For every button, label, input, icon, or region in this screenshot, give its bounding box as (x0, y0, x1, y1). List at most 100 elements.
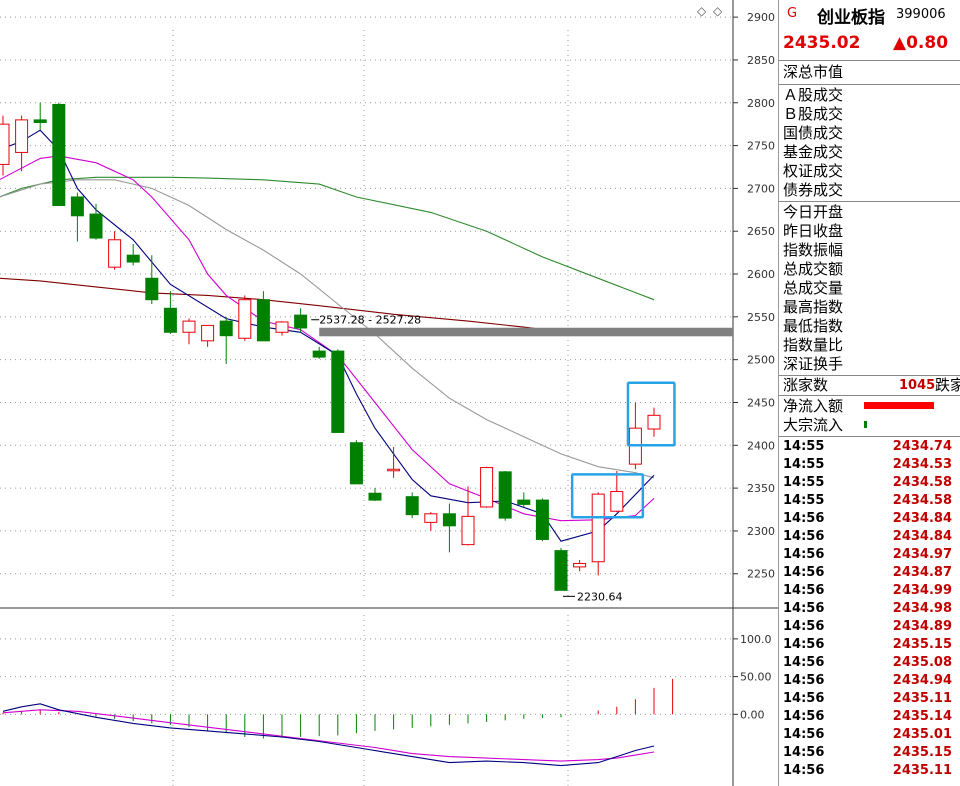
flow-row: 净流入额 (779, 397, 960, 416)
candle-body (647, 414, 661, 430)
candle-body (591, 493, 605, 563)
flow-section: 净流入额 大宗流入 (779, 395, 960, 437)
y-tick-label: 2900 (747, 11, 775, 24)
tick-row[interactable]: 14:56 2435.15 (779, 744, 960, 762)
tick-row[interactable]: 14:56 2434.97 (779, 546, 960, 564)
tick-time: 14:56 (783, 619, 825, 634)
candle-body (331, 350, 345, 433)
tick-row[interactable]: 14:56 2435.01 (779, 726, 960, 744)
panel-row: 总成交量 (783, 279, 844, 297)
market-value-section: 深总市值 (779, 61, 960, 85)
tick-value: 2435.11 (892, 691, 952, 706)
tick-row[interactable]: 14:56 2435.11 (779, 690, 960, 708)
chart-grid (0, 0, 778, 786)
tick-time: 14:56 (783, 565, 825, 580)
tick-value: 2435.15 (892, 745, 952, 760)
y-tick-label: 2750 (747, 140, 775, 153)
tick-time: 14:56 (783, 691, 825, 706)
tick-row[interactable]: 14:56 2434.87 (779, 564, 960, 582)
tick-row[interactable]: 14:56 2434.98 (779, 600, 960, 618)
panel-row: 总成交额 (783, 260, 844, 278)
tick-row[interactable]: 14:56 2435.08 (779, 654, 960, 672)
price-line: 2435.02 ▲0.80 (779, 30, 960, 61)
y-tick-label: 2700 (747, 182, 775, 195)
tick-row[interactable]: 14:56 2434.94 (779, 672, 960, 690)
y-tick-label: 2450 (747, 396, 775, 409)
tick-row[interactable]: 14:56 2435.15 (779, 636, 960, 654)
candle-body (182, 320, 196, 333)
ma10-line (0, 155, 655, 522)
tick-value: 2434.53 (892, 457, 952, 472)
panel-row: Ｂ股成交 (783, 105, 844, 123)
flow-label: 净流入额 (783, 397, 844, 415)
tick-time: 14:56 (783, 709, 825, 724)
tick-row[interactable]: 14:55 2434.74 (779, 438, 960, 456)
tick-row[interactable]: 14:56 2434.99 (779, 582, 960, 600)
candle-body (256, 299, 270, 342)
flow-bar (864, 421, 867, 428)
tick-row[interactable]: 14:56 2434.84 (779, 510, 960, 528)
tick-row[interactable]: 14:56 2434.89 (779, 618, 960, 636)
tick-value: 2435.15 (892, 637, 952, 652)
tick-time: 14:56 (783, 673, 825, 688)
tick-time: 14:56 (783, 727, 825, 742)
index-code: 399006 (896, 7, 946, 22)
y-tick-label: 2850 (747, 54, 775, 67)
y-tick-label: 2500 (747, 354, 775, 367)
tick-value: 2434.58 (892, 493, 952, 508)
tick-time: 14:56 (783, 529, 825, 544)
index-name: 创业板指 (817, 8, 885, 28)
candle-body (535, 499, 549, 540)
tick-time: 14:55 (783, 475, 825, 490)
stats-section: 今日开盘 昨日收盘 指数振幅 总成交额 总成交量 最高指数 最低指数 指数量比 深证换手 (779, 202, 960, 376)
macd-tick-label: 100.0 (740, 633, 772, 646)
macd-panel: 100.0 50.00 0.00 (0, 633, 772, 767)
candle-body (498, 471, 512, 519)
tick-time: 14:56 (783, 601, 825, 616)
tick-list[interactable]: 14:55 2434.74 14:55 2434.53 14:55 2434.58 14:5… (779, 437, 960, 780)
tick-time: 14:56 (783, 763, 825, 778)
kline-chart[interactable]: 2537.28 - 2527.28 2230.64 2900 2850 2800 27… (0, 0, 778, 786)
panel-row: 最低指数 (783, 317, 844, 335)
candle-body (517, 499, 531, 505)
y-tick-label: 2300 (747, 525, 775, 538)
flow-bar (864, 402, 935, 409)
candle-body (312, 350, 326, 358)
tick-value: 2434.97 (892, 547, 952, 562)
highlight-boxes (570, 381, 676, 519)
panel-row: 深证换手 (783, 355, 844, 373)
tick-row[interactable]: 14:55 2434.53 (779, 456, 960, 474)
candle-body (405, 496, 419, 516)
tick-value: 2434.84 (892, 529, 952, 544)
tick-value: 2434.98 (892, 601, 952, 616)
macd-tick-label: 50.00 (740, 671, 772, 684)
candle-body (33, 119, 47, 123)
y-tick-label: 2350 (747, 482, 775, 495)
expand-icon[interactable]: ◇ (713, 4, 723, 18)
tick-time: 14:55 (783, 493, 825, 508)
candle-body (424, 513, 438, 523)
group-flag: G (787, 6, 798, 21)
candle-body (349, 442, 363, 485)
panel-row: 今日开盘 (783, 203, 844, 221)
candle-body (461, 515, 475, 546)
candle-body (70, 196, 84, 217)
price-axis: 2900 2850 2800 2750 2700 2650 2600 2550 2500 2450… (733, 11, 775, 581)
tick-row[interactable]: 14:56 2435.14 (779, 708, 960, 726)
candle-body (387, 468, 401, 472)
candle-body (368, 492, 382, 501)
tick-value: 2434.89 (892, 619, 952, 634)
tick-value: 2434.99 (892, 583, 952, 598)
tick-row[interactable]: 14:55 2434.58 (779, 492, 960, 510)
y-tick-label: 2250 (747, 568, 775, 581)
tick-row[interactable]: 14:55 2434.58 (779, 474, 960, 492)
tick-value: 2434.74 (892, 439, 952, 454)
candle-body (52, 103, 66, 207)
tick-row[interactable]: 14:56 2434.84 (779, 528, 960, 546)
diamond-icon[interactable]: ◇ (697, 4, 707, 18)
tick-row[interactable]: 14:56 2435.11 (779, 762, 960, 780)
panel-row: 指数振幅 (783, 241, 844, 259)
panel-row: 国债成交 (783, 124, 844, 142)
tick-value: 2434.58 (892, 475, 952, 490)
candle-body (275, 321, 289, 333)
